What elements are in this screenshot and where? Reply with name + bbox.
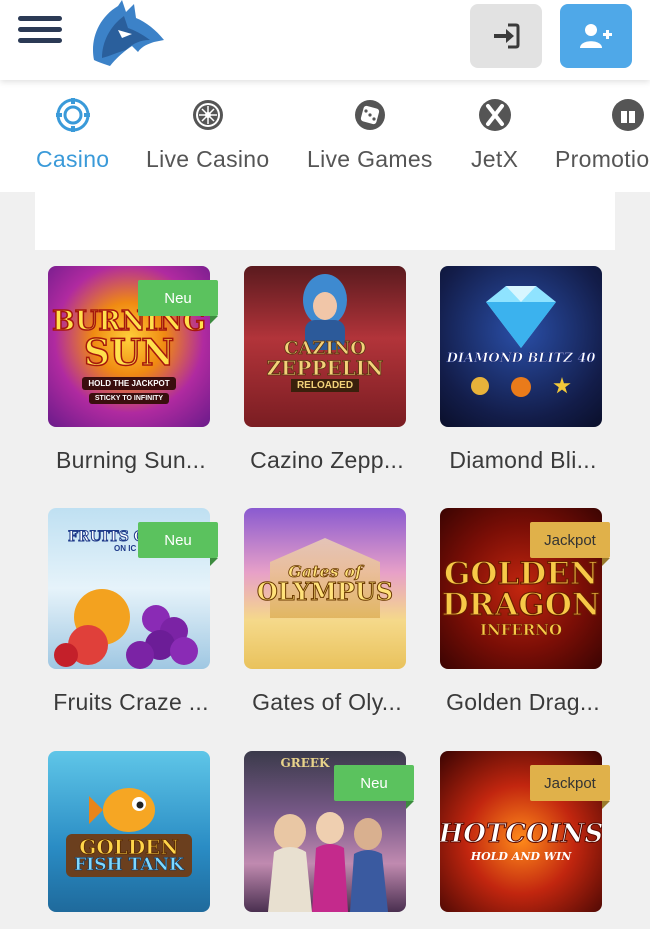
art-line: COINS xyxy=(505,819,602,849)
art-line: FISH TANK xyxy=(74,855,184,875)
jackpot-badge: Jackpot xyxy=(530,522,610,566)
jetx-icon xyxy=(478,98,512,132)
tab-casino-label: Casino xyxy=(36,146,110,172)
new-badge: Neu xyxy=(138,522,218,566)
hamburger-menu-icon[interactable] xyxy=(18,16,66,50)
art-line: INFERNO xyxy=(479,621,563,639)
game-card-fruits-craze[interactable]: FRUITS C ON IC Neu Fruits Craze ... xyxy=(48,508,218,716)
tab-jetx[interactable]: JetX xyxy=(471,98,518,173)
tab-live-games-label: Live Games xyxy=(307,146,433,172)
game-thumbnail[interactable]: Gates of OLYMPUS xyxy=(244,508,406,669)
game-thumbnail[interactable]: CAZINO ZEPPELIN RELOADED xyxy=(244,266,406,427)
tab-casino[interactable]: Casino xyxy=(36,98,109,173)
game-title[interactable]: Gates of Oly... xyxy=(242,689,412,716)
sign-in-icon xyxy=(494,23,520,49)
tab-live-casino[interactable]: Live Casino xyxy=(146,98,269,173)
art-line: DRAGON xyxy=(441,587,601,623)
game-card-gates-of-olympus[interactable]: Gates of OLYMPUS Gates of Oly... xyxy=(244,508,406,716)
game-thumbnail[interactable]: DIAMOND BLITZ 40 xyxy=(440,266,602,427)
new-badge: Neu xyxy=(334,765,414,809)
game-title[interactable]: Burning Sun... xyxy=(46,447,216,474)
jackpot-badge: Jackpot xyxy=(530,765,610,809)
art-line: HOLD AND WIN xyxy=(470,850,572,863)
banner-area xyxy=(35,192,615,250)
tab-live-games[interactable]: Live Games xyxy=(307,98,433,173)
game-title[interactable]: Diamond Bli... xyxy=(438,447,608,474)
game-card-cazino-zeppelin[interactable]: CAZINO ZEPPELIN RELOADED Cazino Zepp... xyxy=(244,266,406,474)
art-line: DIAMOND BLITZ 40 xyxy=(446,351,596,366)
roulette-icon xyxy=(191,98,225,132)
game-art: GOLDEN FISH TANK xyxy=(48,751,210,912)
art-line: SUN xyxy=(83,331,175,374)
art-line: HOT xyxy=(440,819,506,849)
art-line: STICKY TO INFINITY xyxy=(88,392,170,404)
game-card-hot-coins[interactable]: HOT COINS HOLD AND WIN Jackpot xyxy=(440,751,610,912)
art-line: HOLD THE JACKPOT xyxy=(82,376,176,390)
game-art: DIAMOND BLITZ 40 xyxy=(440,266,602,427)
game-title[interactable]: Fruits Craze ... xyxy=(46,689,216,716)
category-nav: Casino Live Casino Live Games JetX Promo… xyxy=(0,80,650,192)
game-card-burning-sun[interactable]: BURNING SUN HOLD THE JACKPOT STICKY TO I… xyxy=(48,266,218,474)
art-line: GOLDEN xyxy=(443,556,599,592)
art-line: ZEPPELIN xyxy=(266,356,384,380)
art-line: OLYMPUS xyxy=(256,576,394,606)
game-card-diamond-blitz[interactable]: DIAMOND BLITZ 40 Diamond Bli... xyxy=(440,266,602,474)
gift-icon xyxy=(611,98,645,132)
header xyxy=(0,0,650,80)
game-card-golden-dragon[interactable]: GOLDEN DRAGON INFERNO Jackpot Golden Dra… xyxy=(440,508,610,716)
dice-icon xyxy=(353,98,387,132)
game-card-greek[interactable]: GREEK Neu xyxy=(244,751,414,912)
tab-jetx-label: JetX xyxy=(471,146,519,172)
casino-chip-icon xyxy=(55,98,90,132)
tab-promotions[interactable]: Promotions xyxy=(555,98,650,173)
art-line: GOLDEN xyxy=(79,835,179,859)
register-button[interactable] xyxy=(560,4,632,68)
game-thumbnail[interactable]: GOLDEN FISH TANK xyxy=(48,751,210,912)
art-line: GREEK xyxy=(280,756,330,770)
tab-live-casino-label: Live Casino xyxy=(146,146,270,172)
game-title[interactable]: Cazino Zepp... xyxy=(242,447,412,474)
login-button[interactable] xyxy=(470,4,542,68)
game-title[interactable]: Golden Drag... xyxy=(438,689,608,716)
new-badge: Neu xyxy=(138,280,218,324)
wolf-logo-icon[interactable] xyxy=(88,0,168,72)
game-art: CAZINO ZEPPELIN RELOADED xyxy=(244,266,406,427)
tab-promotions-label: Promotions xyxy=(555,146,650,172)
art-line: RELOADED xyxy=(290,379,360,392)
game-card-golden-fish-tank[interactable]: GOLDEN FISH TANK xyxy=(48,751,210,912)
user-plus-icon xyxy=(580,24,612,48)
art-line: ON IC xyxy=(114,544,137,553)
game-art: Gates of OLYMPUS xyxy=(244,508,406,669)
art-line: FRUITS C xyxy=(68,529,146,545)
